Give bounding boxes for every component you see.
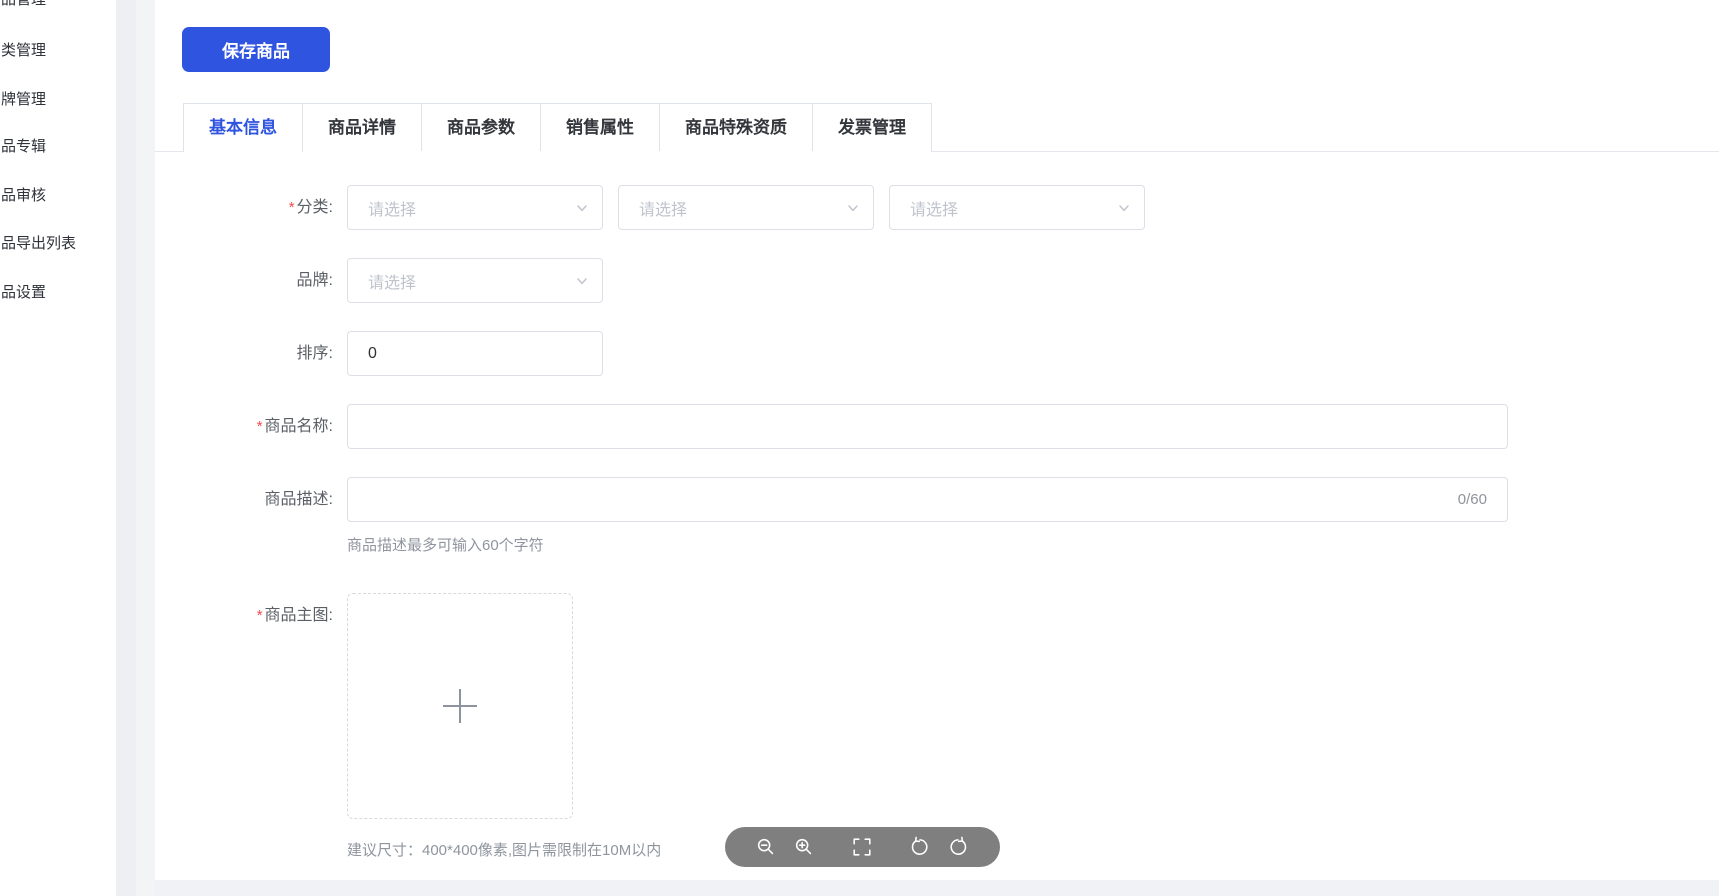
sidebar-item-goods-manage[interactable]: 品管理	[1, 0, 46, 10]
category-select-level1[interactable]: 请选择	[347, 185, 603, 230]
rotate-left-icon[interactable]	[909, 836, 931, 858]
zoom-in-icon[interactable]	[793, 836, 815, 858]
main-image-tip: 建议尺寸：400*400像素,图片需限制在10M以内	[347, 839, 661, 860]
main-image-field: 建议尺寸：400*400像素,图片需限制在10M以内	[347, 593, 661, 860]
char-counter: 0/60	[1458, 491, 1487, 508]
tab-invoice-manage[interactable]: 发票管理	[813, 104, 931, 151]
category-select-level2[interactable]: 请选择	[618, 185, 874, 230]
sidebar-item-goods-settings[interactable]: 品设置	[1, 283, 46, 303]
sidebar-item-brand-manage[interactable]: 牌管理	[1, 90, 46, 110]
form-row-main-image: *商品主图: 建议尺寸：400*400像素,图片需限制在10M以内	[155, 593, 1719, 860]
select-placeholder: 请选择	[639, 196, 687, 220]
save-product-button[interactable]: 保存商品	[182, 27, 330, 72]
form-row-category: *分类: 请选择 请选择 请选择	[155, 185, 1719, 230]
sidebar-item-category-manage[interactable]: 类管理	[1, 41, 46, 61]
product-description-field: 0/60 商品描述最多可输入60个字符	[347, 477, 1508, 556]
page-background-band	[155, 880, 1719, 896]
tab-product-detail[interactable]: 商品详情	[303, 104, 422, 151]
sort-label: 排序:	[155, 331, 347, 376]
sidebar-item-goods-audit[interactable]: 品审核	[1, 186, 46, 206]
product-name-label: *商品名称:	[155, 404, 347, 449]
sidebar-item-goods-album[interactable]: 品专辑	[1, 137, 46, 157]
form-row-sort: 排序:	[155, 331, 1719, 376]
tab-basic-info[interactable]: 基本信息	[184, 104, 303, 152]
product-description-input-wrap: 0/60	[347, 477, 1508, 522]
sort-input-wrap	[347, 331, 603, 376]
form-row-product-name: *商品名称:	[155, 404, 1719, 449]
tabs-nav: 基本信息 商品详情 商品参数 销售属性 商品特殊资质 发票管理	[183, 103, 932, 152]
required-star: *	[289, 199, 295, 216]
category-select-level3[interactable]: 请选择	[889, 185, 1145, 230]
form-row-brand: 品牌: 请选择	[155, 258, 1719, 303]
basic-info-form: *分类: 请选择 请选择 请选择 品牌:	[155, 185, 1719, 888]
select-placeholder: 请选择	[910, 196, 958, 220]
main-image-label: *商品主图:	[155, 593, 347, 860]
required-star: *	[257, 607, 263, 624]
brand-label: 品牌:	[155, 258, 347, 303]
product-description-input[interactable]	[368, 491, 1458, 509]
tab-product-params[interactable]: 商品参数	[422, 104, 541, 151]
select-placeholder: 请选择	[368, 269, 416, 293]
fullscreen-icon[interactable]	[851, 836, 873, 858]
select-placeholder: 请选择	[368, 196, 416, 220]
tab-sale-attributes[interactable]: 销售属性	[541, 104, 660, 151]
required-star: *	[257, 418, 263, 435]
product-description-label: 商品描述:	[155, 477, 347, 556]
chevron-down-icon	[1117, 201, 1131, 220]
tab-special-qualification[interactable]: 商品特殊资质	[660, 104, 813, 151]
rotate-right-icon[interactable]	[947, 836, 969, 858]
zoom-out-icon[interactable]	[755, 836, 777, 858]
form-row-product-description: 商品描述: 0/60 商品描述最多可输入60个字符	[155, 477, 1719, 556]
main-content: 保存商品 基本信息 商品详情 商品参数 销售属性 商品特殊资质 发票管理 *分类…	[155, 0, 1719, 896]
chevron-down-icon	[575, 201, 589, 220]
content-gutter	[136, 0, 155, 896]
sort-input[interactable]	[368, 345, 582, 363]
chevron-down-icon	[846, 201, 860, 220]
product-description-tip: 商品描述最多可输入60个字符	[347, 536, 1508, 556]
sidebar-item-goods-export-list[interactable]: 品导出列表	[1, 234, 76, 254]
chevron-down-icon	[575, 274, 589, 293]
sidebar: 品管理 类管理 牌管理 品专辑 品审核 品导出列表 品设置	[0, 0, 116, 896]
product-name-input[interactable]	[368, 418, 1487, 436]
plus-icon	[443, 689, 477, 723]
brand-select[interactable]: 请选择	[347, 258, 603, 303]
sidebar-gutter	[116, 0, 136, 896]
image-upload-dropzone[interactable]	[347, 593, 573, 819]
image-viewer-toolbar	[725, 827, 1000, 867]
category-label: *分类:	[155, 185, 347, 230]
product-name-input-wrap	[347, 404, 1508, 449]
